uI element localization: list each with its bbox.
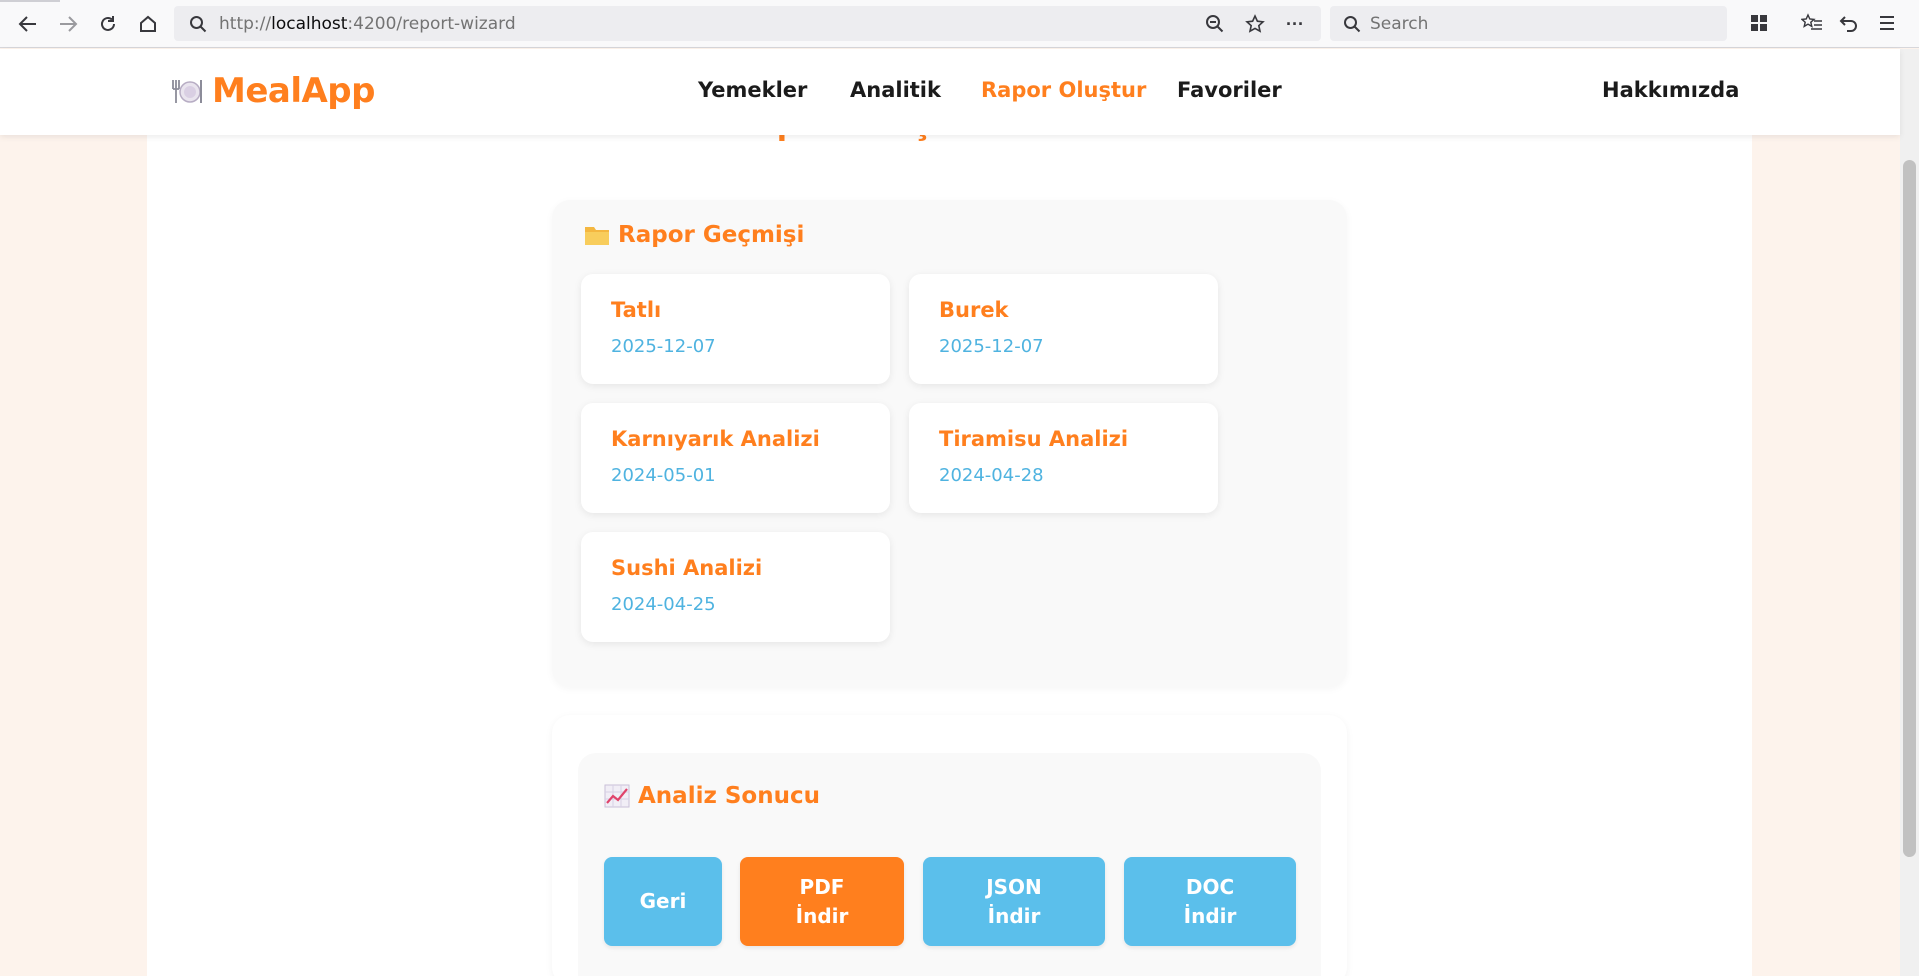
app-name: MealApp — [212, 71, 375, 111]
more-icon[interactable]: ··· — [1284, 13, 1306, 35]
report-item-title: Karnıyarık Analizi — [611, 427, 820, 451]
nav-analitik[interactable]: Analitik — [850, 78, 941, 102]
logo[interactable]: MealApp — [170, 71, 375, 111]
search-icon — [1342, 14, 1362, 34]
analysis-result-title: Analiz Sonucu — [604, 783, 820, 809]
url-bar[interactable]: http://localhost:4200/report-wizard ··· — [174, 6, 1321, 41]
report-item-date: 2024-05-01 — [611, 465, 716, 486]
report-history-title: Rapor Geçmişi — [584, 222, 804, 248]
report-history-card: Rapor Geçmişi Tatlı 2025-12-07 Burek 202… — [552, 200, 1347, 687]
plate-icon — [172, 80, 202, 103]
forward-icon[interactable] — [52, 8, 84, 40]
report-item-date: 2025-12-07 — [611, 336, 716, 357]
report-item[interactable]: Sushi Analizi 2024-04-25 — [581, 532, 890, 642]
browser-toolbar: http://localhost:4200/report-wizard ··· … — [0, 0, 1919, 48]
app-header: MealApp Yemekler Analitik Rapor Oluştur … — [0, 49, 1900, 135]
bookmarks-list-icon[interactable] — [1800, 12, 1824, 34]
report-item-date: 2024-04-25 — [611, 594, 716, 615]
home-icon[interactable] — [132, 8, 164, 40]
bookmark-star-icon[interactable] — [1244, 13, 1266, 35]
grid-icon[interactable] — [1748, 12, 1770, 34]
report-item-title: Tiramisu Analizi — [939, 427, 1129, 451]
nav-favoriler[interactable]: Favoriler — [1177, 78, 1282, 102]
zoom-icon[interactable] — [1204, 13, 1226, 35]
search-bar[interactable]: Search — [1330, 6, 1727, 41]
tab-indicator — [0, 0, 60, 2]
search-placeholder: Search — [1370, 14, 1429, 34]
nav-yemekler[interactable]: Yemekler — [698, 78, 807, 102]
nav-hakkimizda[interactable]: Hakkımızda — [1602, 78, 1739, 102]
search-icon — [188, 14, 208, 34]
scrollbar-thumb[interactable] — [1903, 160, 1916, 857]
pdf-download-button[interactable]: PDF İndir — [740, 857, 904, 946]
nav-rapor-olustur[interactable]: Rapor Oluştur — [981, 78, 1146, 102]
report-item[interactable]: Burek 2025-12-07 — [909, 274, 1218, 384]
report-item[interactable]: Tiramisu Analizi 2024-04-28 — [909, 403, 1218, 513]
report-item-title: Sushi Analizi — [611, 556, 763, 580]
url-text[interactable]: http://localhost:4200/report-wizard — [219, 14, 516, 34]
analysis-result-panel: Analiz Sonucu Geri PDF İndir JSON İndir DO… — [552, 715, 1347, 976]
report-item[interactable]: Karnıyarık Analizi 2024-05-01 — [581, 403, 890, 513]
report-item[interactable]: Tatlı 2025-12-07 — [581, 274, 890, 384]
report-item-date: 2025-12-07 — [939, 336, 1044, 357]
doc-download-button[interactable]: DOC İndir — [1124, 857, 1296, 946]
folder-icon — [585, 227, 609, 245]
undo-icon[interactable] — [1838, 12, 1860, 34]
report-item-title: Burek — [939, 298, 1009, 322]
chart-increasing-icon — [604, 784, 630, 808]
reload-icon[interactable] — [92, 8, 124, 40]
menu-icon[interactable] — [1876, 12, 1898, 34]
report-item-date: 2024-04-28 — [939, 465, 1044, 486]
json-download-button[interactable]: JSON İndir — [923, 857, 1105, 946]
analysis-result-card: Analiz Sonucu Geri PDF İndir JSON İndir DO… — [578, 753, 1321, 976]
back-button[interactable]: Geri — [604, 857, 722, 946]
report-item-title: Tatlı — [611, 298, 662, 322]
back-icon[interactable] — [12, 8, 44, 40]
